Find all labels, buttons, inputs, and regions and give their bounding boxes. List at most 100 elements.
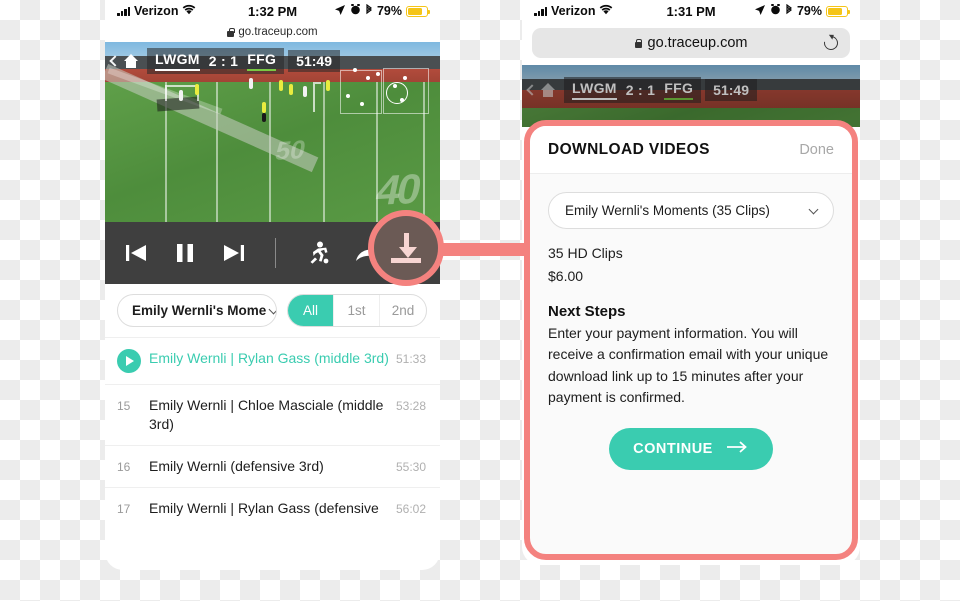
previous-icon[interactable] [123,241,149,265]
home-icon[interactable] [540,83,556,97]
clip-timestamp: 55:30 [395,459,426,474]
home-icon[interactable] [123,54,139,68]
download-videos-modal: DOWNLOAD VIDEOS Done Emily Wernli's Mome… [524,120,858,560]
clip-list: Emily Wernli | Rylan Gass (middle 3rd) 5… [105,337,440,529]
running-player-icon[interactable] [304,240,330,266]
url-text: go.traceup.com [238,26,318,38]
away-team-label: FFG [247,51,277,71]
url-text: go.traceup.com [647,35,748,51]
score-chip: LWGM 2 : 1 FFG [564,77,702,103]
clip-index: 16 [117,459,131,474]
url-bar[interactable]: go.traceup.com [532,28,850,58]
list-item[interactable]: 16 Emily Wernli (defensive 3rd) 55:30 [105,444,440,487]
price-label: $6.00 [548,268,584,284]
clip-index: 17 [117,501,131,516]
clip-package-label: Emily Wernli's Moments (35 Clips) [565,203,770,218]
score-chip: LWGM 2 : 1 FFG [147,48,285,74]
home-team-label: LWGM [155,51,200,71]
reload-icon[interactable] [821,33,841,53]
list-item[interactable]: Emily Wernli | Rylan Gass (middle 3rd) 5… [105,337,440,384]
clip-timestamp: 53:28 [395,399,426,413]
home-team-label: LWGM [572,80,617,100]
pause-icon[interactable] [173,241,197,265]
clip-title: Emily Wernli | Rylan Gass (middle 3rd) [149,350,389,366]
status-time: 1:31 PM [666,3,716,19]
clip-index: 15 [117,399,131,413]
clip-package-select[interactable]: Emily Wernli's Moments (35 Clips) [548,192,834,229]
game-clock: 51:49 [705,79,757,101]
left-phone-screenshot: Verizon 1:32 PM 79% go.traceup.com 40 50… [105,0,440,570]
clip-title: Emily Wernli | Chloe Masciale (middle 3r… [149,397,384,432]
back-chevron-icon[interactable] [526,84,538,96]
download-icon-baseline [391,258,421,263]
scoreboard-overlay: LWGM 2 : 1 FFG 51:49 [522,77,860,103]
segment-1st[interactable]: 1st [334,295,380,326]
clip-title: Emily Wernli | Rylan Gass (defensive [149,499,379,516]
player-marker [262,112,267,122]
player-marker [279,80,284,91]
location-arrow-icon [334,4,346,19]
battery-percent: 79% [376,4,403,18]
battery-percent: 79% [796,4,823,18]
list-item[interactable]: 15 Emily Wernli | Chloe Masciale (middle… [105,384,440,445]
alarm-icon [770,4,781,18]
player-marker [249,78,254,89]
download-button-highlight[interactable] [368,210,444,286]
play-circle-icon[interactable] [117,349,141,373]
game-clock: 51:49 [288,50,340,72]
continue-button[interactable]: CONTINUE [609,428,773,471]
bluetooth-icon [365,3,373,19]
wifi-icon [599,4,613,18]
moments-dropdown[interactable]: Emily Wernli's Mome [117,294,277,327]
status-time: 1:32 PM [247,3,298,19]
download-icon [399,233,417,258]
player-marker [326,80,331,91]
clip-timestamp: 56:02 [395,501,426,516]
chevron-down-icon [268,304,276,314]
player-marker [289,84,294,95]
chevron-down-icon [808,204,819,214]
carrier-label: Verizon [551,4,596,18]
moments-dropdown-label: Emily Wernli's Mome [132,303,267,318]
clip-count-label: 35 HD Clips [548,245,623,261]
status-bar: Verizon 1:32 PM 79% [105,0,440,22]
bluetooth-icon [785,3,793,19]
signal-strength-icon [534,6,547,16]
done-button[interactable]: Done [799,142,834,158]
scoreboard-overlay: LWGM 2 : 1 FFG 51:49 [105,48,440,74]
next-icon[interactable] [221,241,247,265]
lock-icon [227,27,235,37]
arrow-right-icon [726,440,749,458]
continue-button-label: CONTINUE [633,441,713,458]
alarm-icon [350,4,361,18]
status-bar: Verizon 1:31 PM 79% [522,0,860,22]
battery-icon [406,5,431,17]
modal-body: Emily Wernli's Moments (35 Clips) 35 HD … [530,174,852,488]
half-segmented-control[interactable]: All 1st 2nd [287,294,427,327]
video-player[interactable]: 40 50 LWGM 2 : 1 FFG 51:49 [105,42,440,222]
next-steps-body: Enter your payment information. You will… [548,325,829,405]
segment-all[interactable]: All [288,295,334,326]
tracking-box [339,70,382,114]
player-marker [178,90,183,101]
url-bar[interactable]: go.traceup.com [105,22,440,42]
clip-title: Emily Wernli (defensive 3rd) [149,457,324,474]
video-player[interactable]: LWGM 2 : 1 FFG 51:49 [522,65,860,127]
list-item[interactable]: 17 Emily Wernli | Rylan Gass (defensive … [105,486,440,529]
wifi-icon [182,4,196,18]
modal-title: DOWNLOAD VIDEOS [548,140,710,158]
location-arrow-icon [754,4,766,19]
player-marker [302,86,307,97]
segment-2nd[interactable]: 2nd [380,295,426,326]
score-label: 2 : 1 [208,53,239,69]
filter-row: Emily Wernli's Mome All 1st 2nd [105,284,440,337]
signal-strength-icon [117,6,130,16]
lock-icon [634,38,643,48]
clip-timestamp: 51:33 [395,352,426,366]
away-team-label: FFG [664,80,694,100]
goal-post [312,81,321,112]
player-marker [195,84,200,95]
back-chevron-icon[interactable] [109,55,121,67]
score-label: 2 : 1 [625,82,656,98]
controls-divider [275,238,276,268]
